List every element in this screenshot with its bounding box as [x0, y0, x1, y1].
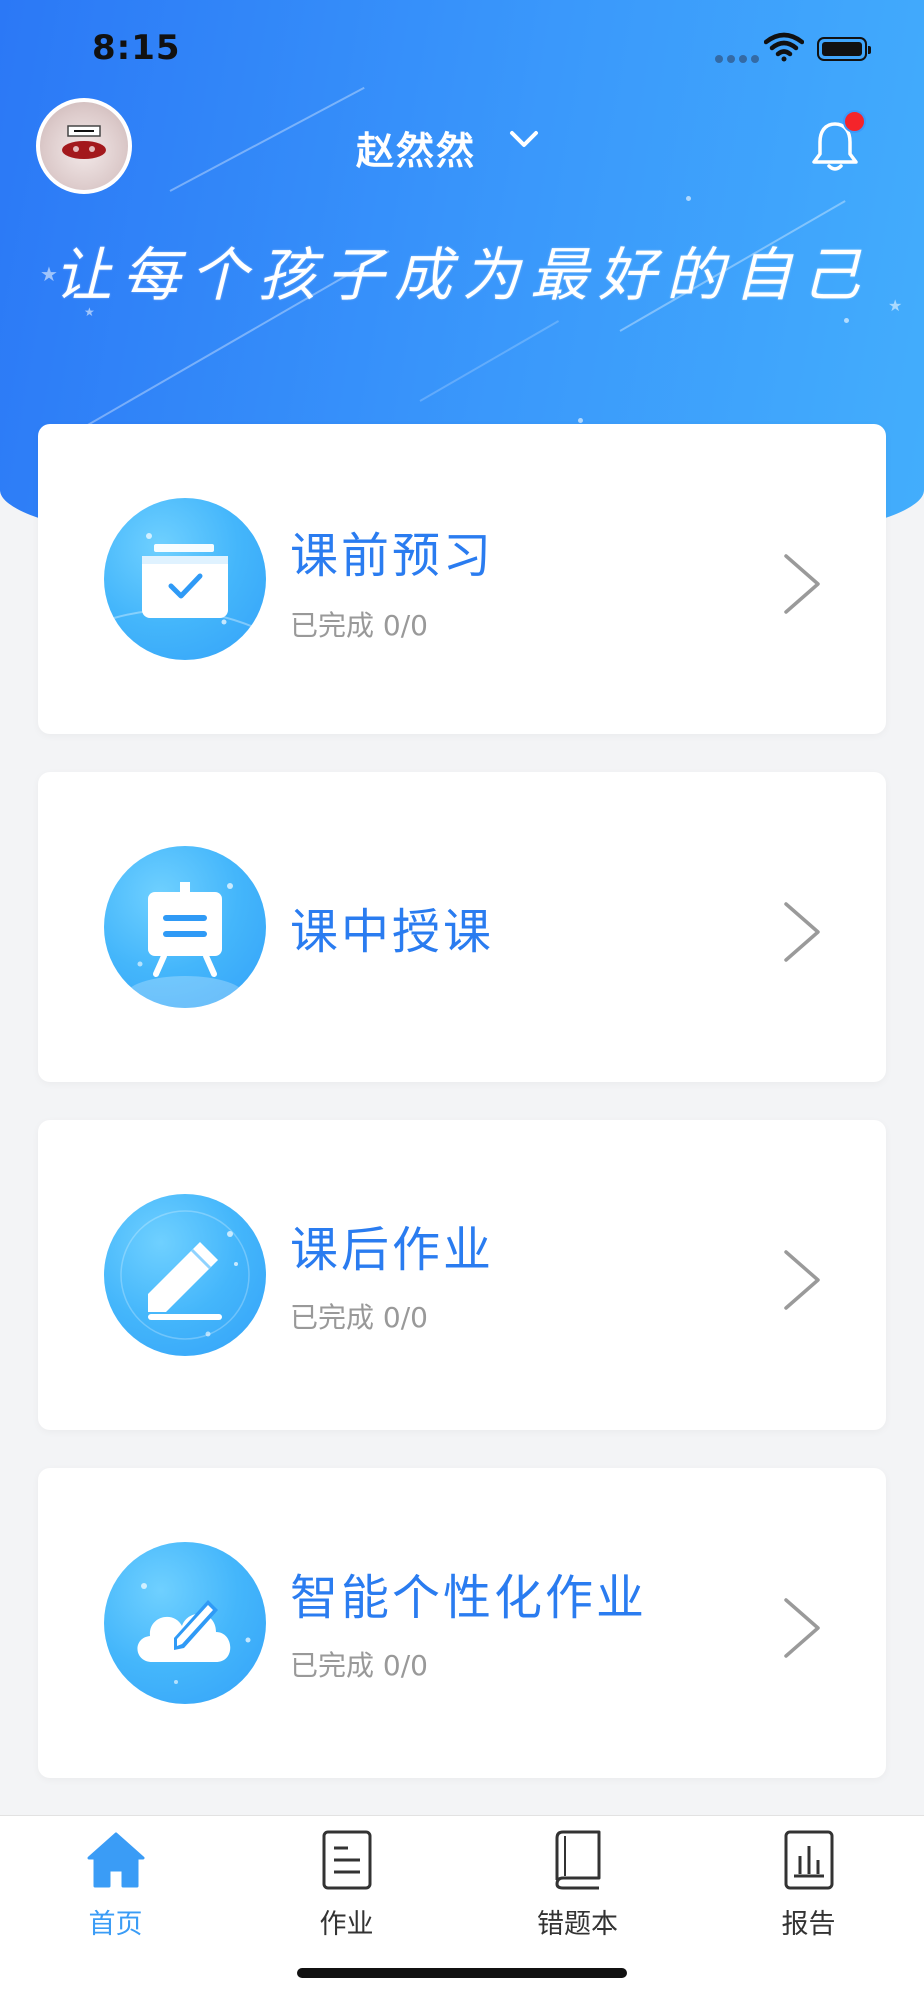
slogan: 让每个孩子成为最好的自己	[53, 241, 870, 309]
tab-label: 首页	[88, 1909, 143, 1940]
card-preview[interactable]: 课前预习 已完成 0/0	[38, 424, 886, 734]
home-icon	[87, 1832, 144, 1888]
home-indicator	[297, 1968, 627, 1978]
status-time: 8:15	[92, 28, 181, 68]
pencil-icon	[104, 1194, 266, 1356]
calendar-check-icon	[104, 498, 266, 660]
card-homework[interactable]: 课后作业 已完成 0/0	[38, 1120, 886, 1430]
card-progress: 已完成 0/0	[290, 609, 428, 642]
report-icon	[784, 1830, 833, 1890]
tab-label: 错题本	[537, 1909, 618, 1940]
chevron-right-icon	[784, 1598, 820, 1658]
card-title: 课后作业	[290, 1222, 495, 1278]
document-icon	[322, 1830, 371, 1890]
battery-icon	[817, 37, 871, 61]
tab-report[interactable]: 报告	[693, 1816, 924, 1940]
tab-mistake-book[interactable]: 错题本	[462, 1816, 693, 1940]
easel-board-icon	[104, 846, 266, 1008]
wifi-icon	[764, 32, 804, 62]
card-progress: 已完成 0/0	[290, 1301, 428, 1334]
tab-home[interactable]: 首页	[0, 1816, 231, 1940]
tab-label: 作业	[319, 1909, 374, 1940]
tab-label: 报告	[781, 1909, 836, 1940]
notification-badge	[843, 110, 866, 133]
card-in-class[interactable]: 课中授课	[38, 772, 886, 1082]
card-personalized-homework[interactable]: 智能个性化作业 已完成 0/0	[38, 1468, 886, 1778]
avatar[interactable]	[36, 98, 132, 194]
chevron-right-icon	[784, 1250, 820, 1310]
card-progress: 已完成 0/0	[290, 1649, 428, 1682]
tab-homework[interactable]: 作业	[231, 1816, 462, 1940]
book-icon	[555, 1830, 600, 1890]
chevron-down-icon[interactable]	[508, 128, 540, 152]
user-name[interactable]: 赵然然	[356, 120, 476, 175]
card-title: 课中授课	[290, 904, 495, 960]
chevron-right-icon	[784, 554, 820, 614]
card-title: 智能个性化作业	[290, 1570, 648, 1626]
chevron-right-icon	[784, 902, 820, 962]
signal-icon	[715, 55, 759, 63]
card-title: 课前预习	[290, 528, 495, 584]
cloud-pencil-icon	[104, 1542, 266, 1704]
